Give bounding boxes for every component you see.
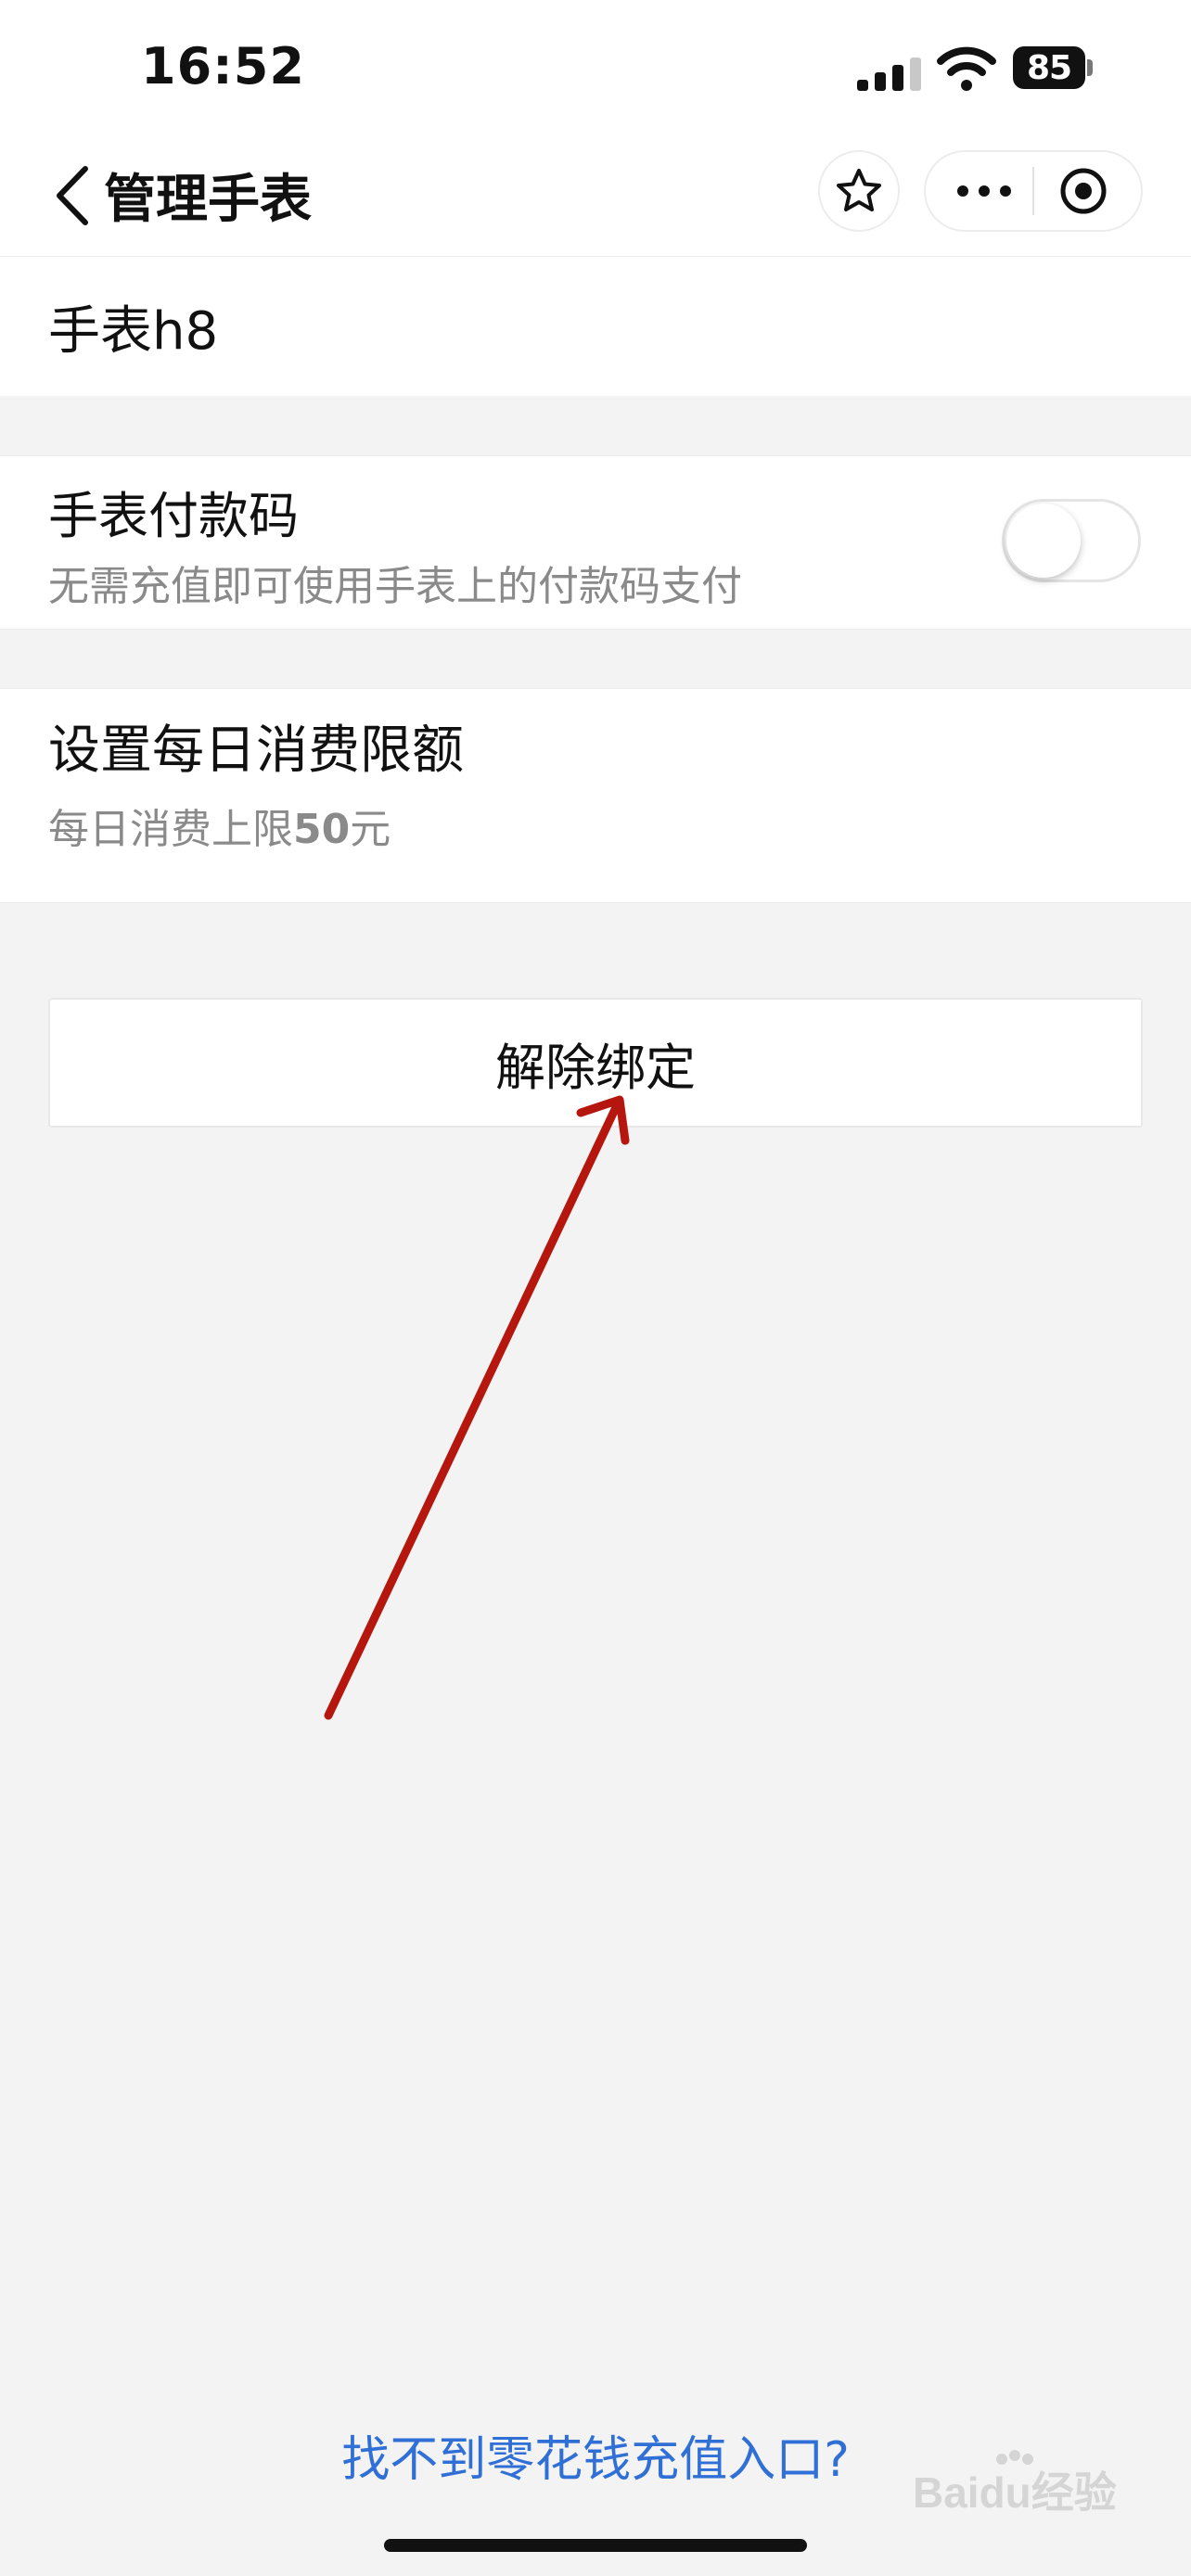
more-icon[interactable] [952, 171, 1017, 211]
payment-code-toggle[interactable] [1002, 499, 1141, 582]
battery-indicator: 85 [1013, 46, 1095, 91]
wifi-icon [937, 46, 996, 91]
annotation-arrow-icon [324, 1095, 630, 1720]
baidu-watermark-logo: Baidu经验 [913, 2450, 1117, 2517]
toggle-knob [1006, 504, 1081, 578]
device-name: 手表h8 [48, 301, 219, 362]
daily-limit-unit: 元 [350, 806, 391, 853]
favorite-button[interactable] [818, 150, 900, 232]
capsule-divider [1032, 167, 1034, 215]
home-indicator [384, 2539, 807, 2552]
watermark-text: Baidu经验 [913, 2468, 1117, 2517]
daily-limit-description: 每日消费上限50元 [48, 796, 391, 855]
payment-code-description: 无需充值即可使用手表上的付款码支付 [48, 563, 742, 610]
signal-icon [857, 57, 921, 91]
status-time: 16:52 [141, 37, 305, 96]
payment-code-title: 手表付款码 [48, 487, 299, 545]
target-icon[interactable] [1059, 167, 1108, 215]
star-icon [837, 169, 881, 211]
battery-level: 85 [1013, 46, 1085, 89]
back-icon[interactable] [52, 163, 93, 228]
daily-limit-amount: 50 [293, 806, 351, 853]
battery-cap [1087, 59, 1093, 76]
unbind-button[interactable]: 解除绑定 [48, 998, 1143, 1128]
daily-limit-title: 设置每日消费限额 [48, 721, 464, 781]
daily-limit-prefix: 每日消费上限 [48, 806, 293, 853]
page-title: 管理手表 [104, 170, 312, 230]
